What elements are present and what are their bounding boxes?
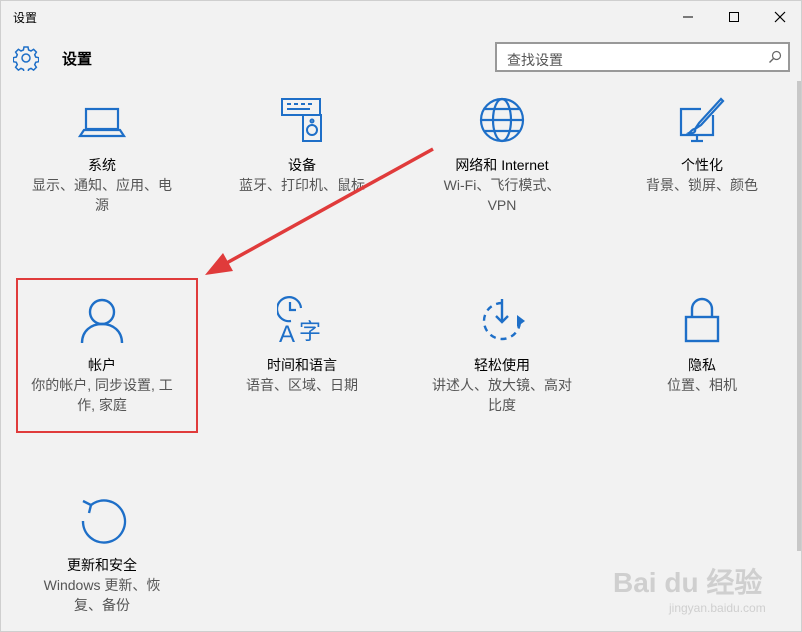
lock-icon — [684, 297, 720, 343]
tile-description: 显示、通知、应用、电源 — [32, 177, 172, 213]
tile-name: 个性化 — [681, 157, 723, 173]
svg-text:字: 字 — [299, 320, 321, 345]
tile-network[interactable]: 网络和 Internet Wi-Fi、飞行模式、VPN — [417, 93, 587, 223]
page-title: 设置 — [62, 51, 93, 68]
time-language-icon: A 字 — [277, 296, 321, 345]
watermark-logo: Bai du 经验 — [613, 567, 763, 598]
tile-update-security[interactable]: 更新和安全 Windows 更新、恢复、备份 — [17, 493, 187, 623]
search-input[interactable]: 查找设置 — [507, 50, 563, 70]
tile-ease-of-access[interactable]: 轻松使用 讲述人、放大镜、高对比度 — [417, 293, 587, 423]
tile-privacy[interactable]: 隐私 位置、相机 — [617, 293, 787, 423]
svg-text:A: A — [279, 321, 295, 345]
search-box[interactable]: 查找设置 — [495, 42, 790, 72]
tile-description: 讲述人、放大镜、高对比度 — [432, 377, 572, 413]
maximize-button[interactable] — [711, 1, 757, 33]
tile-description: Wi-Fi、飞行模式、VPN — [443, 177, 561, 213]
settings-window: 设置 设置 查找设置 系统 显示、通知、应用、电源 设备 蓝牙、打印机、鼠标 网… — [0, 0, 802, 632]
tile-description: 位置、相机 — [667, 377, 737, 393]
tile-name: 隐私 — [688, 357, 716, 373]
window-title: 设置 — [13, 11, 38, 25]
person-icon — [80, 298, 124, 344]
tile-description: 背景、锁屏、颜色 — [646, 177, 758, 193]
title-bar: 设置 — [1, 1, 801, 33]
tile-time-language[interactable]: A 字 时间和语言 语音、区域、日期 — [217, 293, 387, 423]
tile-description: 你的帐户, 同步设置, 工作, 家庭 — [31, 377, 173, 413]
tile-name: 帐户 — [88, 357, 116, 373]
devices-icon — [281, 98, 322, 142]
laptop-icon — [77, 107, 127, 138]
tile-description: 语音、区域、日期 — [246, 377, 358, 393]
maximize-icon — [729, 12, 739, 22]
tile-name: 网络和 Internet — [455, 157, 549, 173]
paint-icon — [679, 97, 725, 143]
tile-description: 蓝牙、打印机、鼠标 — [239, 177, 365, 193]
tile-name: 更新和安全 — [67, 557, 137, 573]
tile-description: Windows 更新、恢复、备份 — [43, 577, 161, 613]
watermark: Bai du 经验 jingyan.baidu.com — [613, 561, 793, 623]
ease-of-access-icon — [482, 299, 525, 341]
tile-personalization[interactable]: 个性化 背景、锁屏、颜色 — [617, 93, 787, 223]
tile-name: 轻松使用 — [474, 357, 530, 373]
tile-name: 时间和语言 — [267, 357, 337, 373]
minimize-icon — [683, 16, 693, 18]
tile-name: 系统 — [88, 157, 116, 173]
search-icon[interactable] — [768, 50, 782, 64]
tile-name: 设备 — [288, 157, 316, 173]
scrollbar[interactable] — [797, 81, 801, 551]
tile-accounts[interactable]: 帐户 你的帐户, 同步设置, 工作, 家庭 — [17, 293, 187, 423]
globe-icon — [479, 97, 525, 143]
close-icon — [774, 11, 786, 23]
close-button[interactable] — [757, 1, 802, 33]
tile-devices[interactable]: 设备 蓝牙、打印机、鼠标 — [217, 93, 387, 223]
tile-system[interactable]: 系统 显示、通知、应用、电源 — [17, 93, 187, 223]
gear-icon — [13, 46, 39, 71]
minimize-button[interactable] — [665, 1, 711, 33]
watermark-url: jingyan.baidu.com — [669, 601, 766, 615]
refresh-icon — [81, 499, 127, 544]
